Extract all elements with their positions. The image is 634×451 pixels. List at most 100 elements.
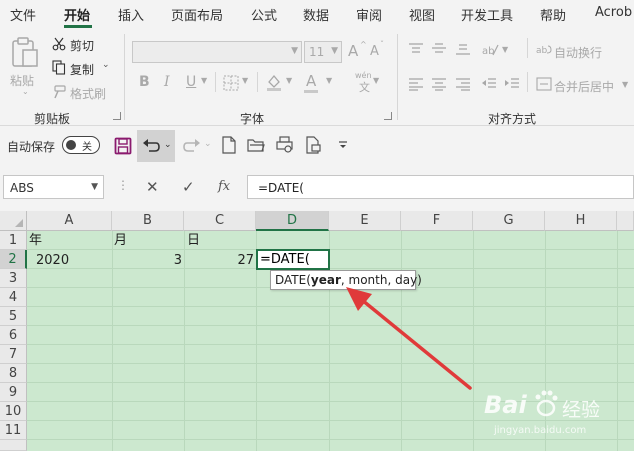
copy-button[interactable]: 复制 ⌄ xyxy=(50,58,114,78)
orientation-dropdown-icon[interactable]: ▼ xyxy=(502,45,508,54)
tab-help[interactable]: 帮助 xyxy=(540,5,566,24)
save-icon[interactable] xyxy=(114,137,132,155)
fill-color-icon[interactable] xyxy=(265,73,283,91)
cut-button[interactable]: 剪切 xyxy=(50,34,110,54)
tab-formulas[interactable]: 公式 xyxy=(251,5,277,24)
format-painter-button[interactable]: 格式刷 xyxy=(50,82,110,102)
cell-a1[interactable]: 年 xyxy=(29,231,42,250)
chevron-down-icon: ▼ xyxy=(91,182,98,192)
merge-dropdown-icon[interactable]: ▼ xyxy=(622,80,628,89)
name-box[interactable]: ABS ▼ xyxy=(3,175,104,199)
bold-button[interactable]: B xyxy=(139,74,150,90)
column-header-b[interactable]: B xyxy=(112,211,184,231)
row-header-2[interactable]: 2 xyxy=(0,250,27,269)
wrap-text-button[interactable]: 自动换行 xyxy=(554,44,602,61)
font-size-value: 11 xyxy=(309,45,325,59)
cell-b1[interactable]: 月 xyxy=(114,231,127,250)
active-cell-d2[interactable]: =DATE( xyxy=(256,249,330,270)
font-color-dropdown-icon[interactable]: ▼ xyxy=(326,76,332,85)
align-bottom-icon[interactable] xyxy=(455,42,471,56)
font-size-select[interactable]: 11 ▼ xyxy=(304,41,342,63)
undo-button[interactable]: ⌄ xyxy=(137,130,175,162)
font-color-button[interactable]: A xyxy=(306,72,316,90)
row-header-9[interactable]: 9 xyxy=(0,383,27,402)
row-header-5[interactable]: 5 xyxy=(0,307,27,326)
merge-center-button[interactable]: 合并后居中 xyxy=(554,78,614,95)
tab-insert[interactable]: 插入 xyxy=(118,5,144,24)
align-middle-icon[interactable] xyxy=(431,42,447,56)
column-header-g[interactable]: G xyxy=(473,211,545,231)
align-left-icon[interactable] xyxy=(408,77,424,91)
phonetic-button[interactable]: 文 xyxy=(359,79,370,95)
decrease-indent-icon[interactable] xyxy=(481,77,497,91)
column-header-e[interactable]: E xyxy=(329,211,401,231)
column-header-c[interactable]: C xyxy=(184,211,256,231)
enter-button[interactable]: ✓ xyxy=(182,178,195,196)
column-header-a[interactable]: A xyxy=(27,211,112,231)
tab-developer[interactable]: 开发工具 xyxy=(461,5,513,24)
cell-a2[interactable]: 2020 xyxy=(36,251,69,270)
clipboard-launcher-icon[interactable] xyxy=(113,112,121,120)
tab-acrobat[interactable]: Acrob xyxy=(595,5,632,20)
copy-dropdown-icon[interactable]: ⌄ xyxy=(102,60,110,70)
column-header-partial[interactable] xyxy=(617,211,634,231)
insert-function-button[interactable]: fx xyxy=(218,179,230,194)
phonetic-dropdown-icon[interactable]: ▼ xyxy=(373,76,379,85)
fill-color-dropdown-icon[interactable]: ▼ xyxy=(286,76,292,85)
cell-c1[interactable]: 日 xyxy=(187,231,200,250)
font-launcher-icon[interactable] xyxy=(384,112,392,120)
print-preview-icon[interactable] xyxy=(276,136,294,154)
row-header-3[interactable]: 3 xyxy=(0,269,27,288)
new-file-icon[interactable] xyxy=(222,136,236,154)
tab-data[interactable]: 数据 xyxy=(303,5,329,24)
align-top-icon[interactable] xyxy=(408,42,424,56)
quick-access-toolbar: 自动保存 关 ⌄ ⌄ xyxy=(0,127,634,165)
row-header-1[interactable]: 1 xyxy=(0,231,27,250)
autosave-label: 自动保存 xyxy=(7,140,56,154)
borders-dropdown-icon[interactable]: ▼ xyxy=(242,76,248,85)
increase-indent-icon[interactable] xyxy=(504,77,520,91)
column-header-d[interactable]: D xyxy=(256,211,329,231)
scissors-icon xyxy=(52,37,66,51)
redo-icon[interactable] xyxy=(183,137,201,155)
borders-icon[interactable] xyxy=(223,75,239,91)
row-header-8[interactable]: 8 xyxy=(0,364,27,383)
grow-font-button[interactable]: A xyxy=(348,42,358,60)
orientation-icon[interactable]: ab xyxy=(481,41,499,57)
font-name-select[interactable]: ▼ xyxy=(132,41,302,63)
tab-view[interactable]: 视图 xyxy=(409,5,435,24)
paste-button[interactable]: 粘贴 ⌄ xyxy=(6,34,44,96)
tooltip-current-arg[interactable]: year xyxy=(311,273,341,287)
underline-button[interactable]: U xyxy=(186,74,196,90)
redo-dropdown-icon[interactable]: ⌄ xyxy=(204,139,212,149)
function-argument-tooltip[interactable]: DATE(year, month, day) xyxy=(270,270,422,290)
tab-home[interactable]: 开始 xyxy=(64,5,90,24)
align-right-icon[interactable] xyxy=(455,77,471,91)
select-all-button[interactable] xyxy=(0,211,27,231)
quick-print-icon[interactable] xyxy=(306,136,322,154)
row-header-10[interactable]: 10 xyxy=(0,402,27,421)
row-header-partial[interactable] xyxy=(0,440,27,451)
tab-review[interactable]: 审阅 xyxy=(356,5,382,24)
row-header-6[interactable]: 6 xyxy=(0,326,27,345)
align-center-icon[interactable] xyxy=(431,77,447,91)
open-folder-icon[interactable] xyxy=(247,138,265,153)
italic-button[interactable]: I xyxy=(164,74,170,90)
column-header-h[interactable]: H xyxy=(545,211,617,231)
cell-c2[interactable]: 27 xyxy=(184,251,254,270)
undo-dropdown-icon[interactable]: ⌄ xyxy=(164,140,172,150)
underline-dropdown-icon[interactable]: ▼ xyxy=(201,76,207,85)
row-header-11[interactable]: 11 xyxy=(0,421,27,440)
customize-toolbar-icon[interactable] xyxy=(338,140,348,150)
autosave-toggle[interactable]: 关 xyxy=(62,136,100,154)
tab-file[interactable]: 文件 xyxy=(10,5,36,24)
row-header-4[interactable]: 4 xyxy=(0,288,27,307)
shrink-font-button[interactable]: A xyxy=(370,44,379,59)
cell-b2[interactable]: 3 xyxy=(112,251,182,270)
formula-input[interactable]: =DATE( xyxy=(247,175,634,199)
row-header-7[interactable]: 7 xyxy=(0,345,27,364)
tab-page-layout[interactable]: 页面布局 xyxy=(171,5,223,24)
cancel-button[interactable]: ✕ xyxy=(146,178,159,196)
column-header-f[interactable]: F xyxy=(401,211,473,231)
gridline xyxy=(473,231,474,451)
